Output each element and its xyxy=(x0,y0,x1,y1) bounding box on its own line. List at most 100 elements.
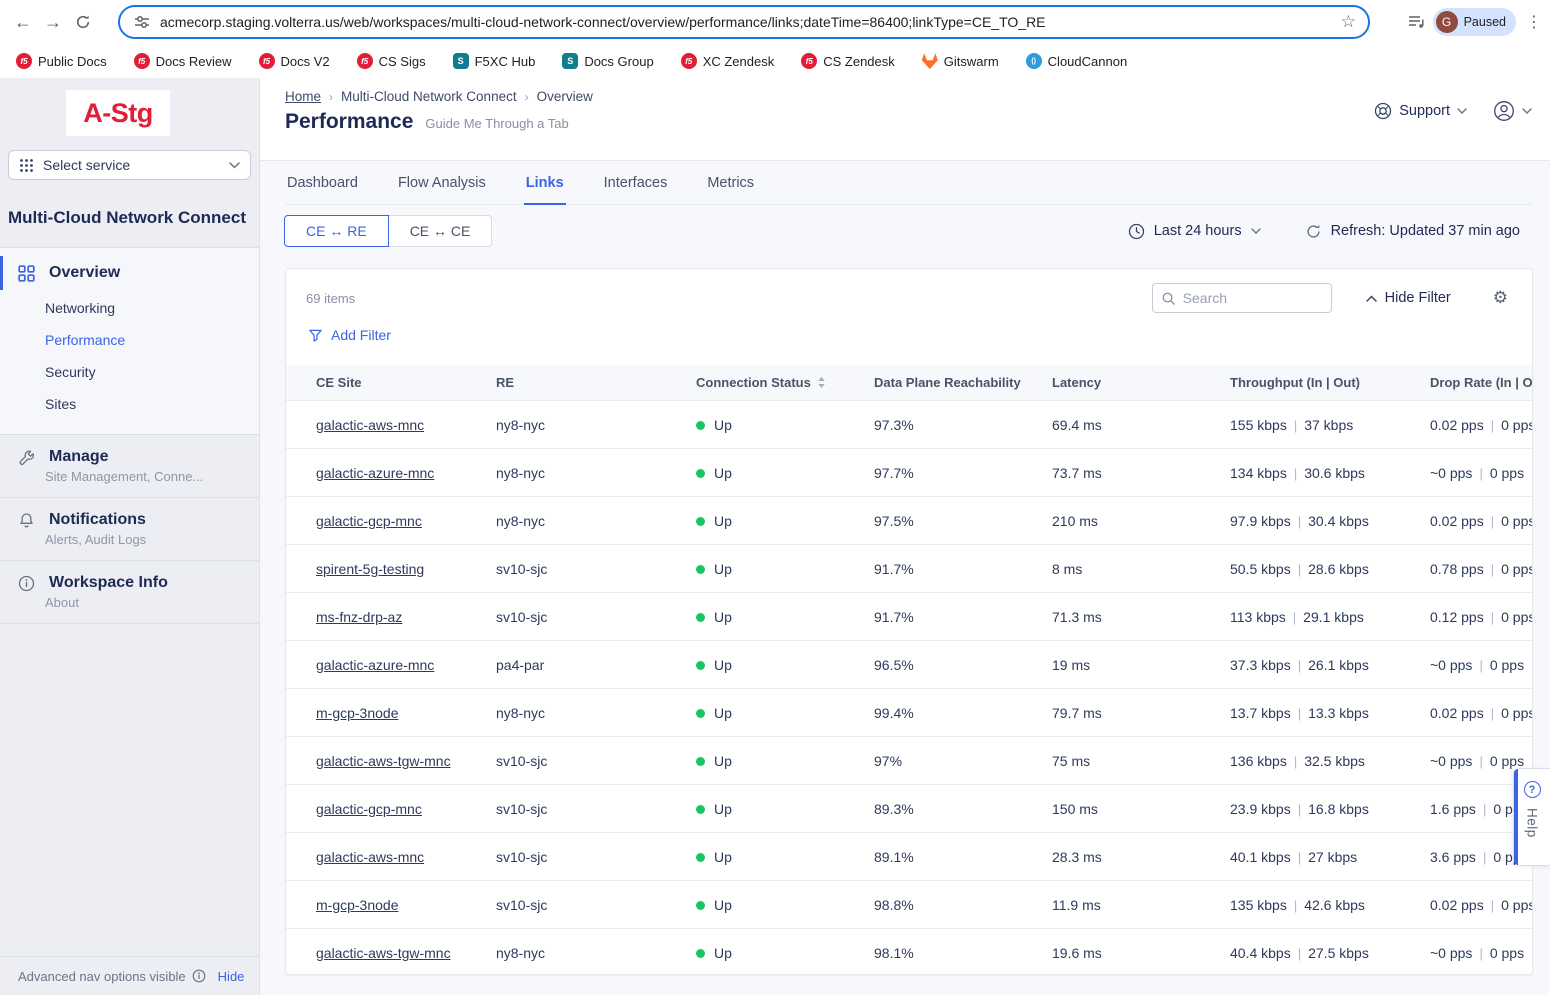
table-row[interactable]: m-gcp-3node sv10-sjc Up 98.8% 11.9 ms 13… xyxy=(286,881,1533,929)
link-type-toggle: CE ↔ RE CE ↔ CE xyxy=(284,215,492,247)
profile-status-label: Paused xyxy=(1464,15,1506,29)
browser-reload-icon[interactable] xyxy=(68,7,98,37)
breadcrumb-workspace[interactable]: Multi-Cloud Network Connect xyxy=(341,89,517,104)
ce-site-link[interactable]: galactic-azure-mnc xyxy=(316,465,434,481)
ce-site-link[interactable]: spirent-5g-testing xyxy=(316,561,424,577)
brand-logo[interactable]: A-Stg xyxy=(66,90,170,136)
bookmark-star-icon[interactable]: ☆ xyxy=(1341,12,1356,32)
account-menu[interactable] xyxy=(1493,100,1532,122)
bookmark-item[interactable]: Gitswarm xyxy=(922,53,999,69)
tab-flow-analysis[interactable]: Flow Analysis xyxy=(396,165,488,204)
breadcrumb: Home › Multi-Cloud Network Connect › Ove… xyxy=(285,89,593,104)
table-row[interactable]: galactic-aws-mnc sv10-sjc Up 89.1% 28.3 … xyxy=(286,833,1533,881)
table-row[interactable]: galactic-azure-mnc pa4-par Up 96.5% 19 m… xyxy=(286,641,1533,689)
reachability-value: 97.5% xyxy=(874,513,1052,529)
table-row[interactable]: galactic-aws-tgw-mnc sv10-sjc Up 97% 75 … xyxy=(286,737,1533,785)
table-row[interactable]: galactic-aws-mnc ny8-nyc Up 97.3% 69.4 m… xyxy=(286,401,1533,449)
tab-links[interactable]: Links xyxy=(524,165,566,205)
droprate-value: ~0 pps|0 pps xyxy=(1430,465,1533,481)
table-row[interactable]: galactic-aws-tgw-mnc ny8-nyc Up 98.1% 19… xyxy=(286,929,1533,975)
reading-list-icon[interactable] xyxy=(1407,14,1425,30)
throughput-value: 23.9 kbps|16.8 kbps xyxy=(1230,801,1430,817)
latency-value: 210 ms xyxy=(1052,513,1230,529)
ce-site-link[interactable]: galactic-aws-tgw-mnc xyxy=(316,753,451,769)
table-row[interactable]: galactic-azure-mnc ny8-nyc Up 97.7% 73.7… xyxy=(286,449,1533,497)
breadcrumb-home[interactable]: Home xyxy=(285,89,321,104)
guide-me-link[interactable]: Guide Me Through a Tab xyxy=(425,116,568,131)
reachability-value: 96.5% xyxy=(874,657,1052,673)
col-connection-status[interactable]: Connection Status xyxy=(696,375,874,390)
sidebar-item-security[interactable]: Security xyxy=(0,356,259,388)
help-tab[interactable]: ? Help xyxy=(1513,768,1550,866)
ce-site-link[interactable]: ms-fnz-drp-az xyxy=(316,609,402,625)
table-row[interactable]: ms-fnz-drp-az sv10-sjc Up 91.7% 71.3 ms … xyxy=(286,593,1533,641)
sidebar-item-overview[interactable]: Overview xyxy=(0,254,259,292)
latency-value: 71.3 ms xyxy=(1052,609,1230,625)
browser-back-icon[interactable]: ← xyxy=(8,7,38,37)
screen: ← → acmecorp.staging.volterra.us/web/wor… xyxy=(0,0,1550,995)
tab-bar: Dashboard Flow Analysis Links Interfaces… xyxy=(285,165,1533,205)
time-range-dropdown[interactable]: Last 24 hours xyxy=(1128,223,1261,240)
toggle-ce-ce[interactable]: CE ↔ CE xyxy=(389,215,493,247)
re-site: ny8-nyc xyxy=(496,417,696,433)
bookmark-item[interactable]: S Docs Group xyxy=(562,53,653,69)
sidebar-section-overview: Overview Networking Performance Security… xyxy=(0,248,259,435)
site-settings-icon[interactable] xyxy=(134,14,150,30)
select-service-dropdown[interactable]: Select service xyxy=(8,150,251,180)
latency-value: 75 ms xyxy=(1052,753,1230,769)
bookmark-item[interactable]: () CloudCannon xyxy=(1026,53,1128,69)
tab-interfaces[interactable]: Interfaces xyxy=(602,165,670,204)
add-filter-button[interactable]: Add Filter xyxy=(308,327,391,343)
refresh-button[interactable]: Refresh: Updated 37 min ago xyxy=(1305,223,1520,240)
bookmark-item[interactable]: f5 CS Zendesk xyxy=(801,53,895,69)
ce-site-link[interactable]: galactic-aws-mnc xyxy=(316,849,424,865)
toggle-ce-re[interactable]: CE ↔ RE xyxy=(284,215,389,247)
support-menu[interactable]: Support xyxy=(1374,102,1467,120)
ce-site-link[interactable]: galactic-aws-tgw-mnc xyxy=(316,945,451,961)
table-row[interactable]: spirent-5g-testing sv10-sjc Up 91.7% 8 m… xyxy=(286,545,1533,593)
ce-site-link[interactable]: m-gcp-3node xyxy=(316,705,399,721)
table-row[interactable]: galactic-gcp-mnc ny8-nyc Up 97.5% 210 ms… xyxy=(286,497,1533,545)
bookmark-item[interactable]: f5 XC Zendesk xyxy=(681,53,775,69)
tab-dashboard[interactable]: Dashboard xyxy=(285,165,360,204)
table-row[interactable]: m-gcp-3node ny8-nyc Up 99.4% 79.7 ms 13.… xyxy=(286,689,1533,737)
droprate-value: 0.78 pps|0 pps xyxy=(1430,561,1533,577)
sidebar-item-networking[interactable]: Networking xyxy=(0,292,259,324)
ce-site-link[interactable]: galactic-gcp-mnc xyxy=(316,801,422,817)
ce-site-link[interactable]: galactic-aws-mnc xyxy=(316,417,424,433)
bookmark-item[interactable]: S F5XC Hub xyxy=(453,53,536,69)
info-icon[interactable] xyxy=(192,969,206,983)
refresh-status: Refresh: Updated 37 min ago xyxy=(1331,223,1520,239)
latency-value: 11.9 ms xyxy=(1052,897,1230,913)
sidebar-item-notifications[interactable]: Notifications Alerts, Audit Logs xyxy=(0,498,259,561)
hide-filter-button[interactable]: Hide Filter xyxy=(1366,290,1451,306)
browser-profile-chip[interactable]: G Paused xyxy=(1433,8,1516,36)
tab-metrics[interactable]: Metrics xyxy=(705,165,756,204)
re-site: sv10-sjc xyxy=(496,897,696,913)
sidebar-item-sites[interactable]: Sites xyxy=(0,388,259,420)
ce-site-link[interactable]: galactic-azure-mnc xyxy=(316,657,434,673)
url-text[interactable]: acmecorp.staging.volterra.us/web/workspa… xyxy=(160,14,1333,30)
throughput-value: 134 kbps|30.6 kbps xyxy=(1230,465,1430,481)
ce-site-link[interactable]: galactic-gcp-mnc xyxy=(316,513,422,529)
bookmark-item[interactable]: f5 Public Docs xyxy=(16,53,107,69)
col-throughput: Throughput (In | Out) xyxy=(1230,375,1430,390)
status-up-dot xyxy=(696,709,705,718)
bookmark-item[interactable]: f5 CS Sigs xyxy=(357,53,426,69)
url-bar[interactable]: acmecorp.staging.volterra.us/web/workspa… xyxy=(118,5,1370,39)
browser-forward-icon[interactable]: → xyxy=(38,7,68,37)
browser-menu-icon[interactable]: ⋮ xyxy=(1524,12,1544,32)
hide-nav-link[interactable]: Hide xyxy=(218,969,245,984)
bookmark-item[interactable]: f5 Docs Review xyxy=(134,53,232,69)
bookmark-item[interactable]: f5 Docs V2 xyxy=(259,53,330,69)
throughput-value: 135 kbps|42.6 kbps xyxy=(1230,897,1430,913)
sidebar-item-workspace-info[interactable]: Workspace Info About xyxy=(0,561,259,624)
ce-site-link[interactable]: m-gcp-3node xyxy=(316,897,399,913)
throughput-value: 40.4 kbps|27.5 kbps xyxy=(1230,945,1430,961)
search-input[interactable] xyxy=(1183,290,1313,306)
sidebar-item-manage[interactable]: Manage Site Management, Conne... xyxy=(0,435,259,498)
sidebar-item-performance[interactable]: Performance xyxy=(0,324,259,356)
table-row[interactable]: galactic-gcp-mnc sv10-sjc Up 89.3% 150 m… xyxy=(286,785,1533,833)
sort-icon[interactable] xyxy=(817,376,826,389)
gear-icon[interactable]: ⚙ xyxy=(1493,288,1508,308)
